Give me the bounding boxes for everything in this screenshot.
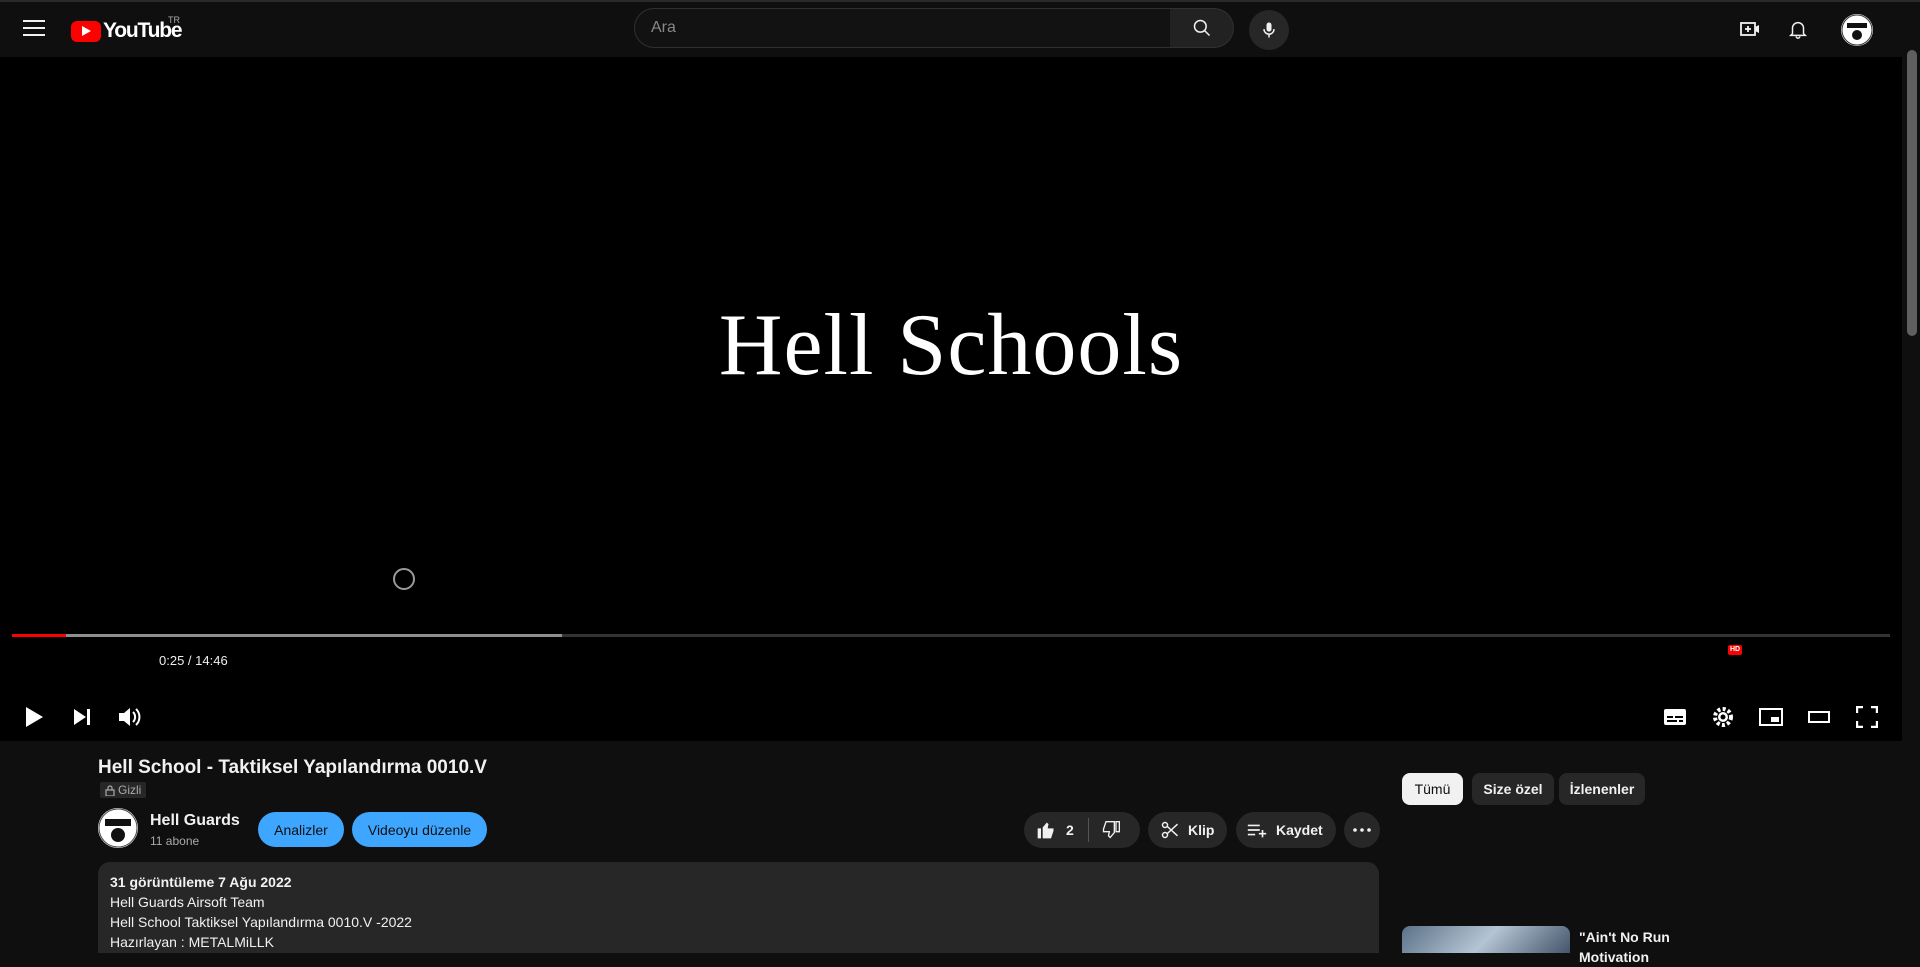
scissors-icon — [1161, 821, 1179, 839]
hamburger-icon[interactable] — [23, 20, 45, 38]
chip-for-you[interactable]: Size özel — [1472, 773, 1554, 805]
channel-avatar[interactable] — [98, 808, 138, 848]
description-line: Hazırlayan : METALMiLLK — [110, 934, 274, 950]
play-button[interactable] — [22, 705, 46, 729]
more-icon — [1353, 828, 1371, 832]
search-box — [634, 8, 1171, 48]
theater-mode-button[interactable] — [1806, 705, 1832, 729]
country-code: TR — [168, 15, 180, 25]
video-player[interactable]: Hell Schools — [0, 57, 1902, 741]
recommended-thumbnail[interactable] — [1402, 926, 1570, 953]
scrollbar-thumb[interactable] — [1907, 50, 1917, 336]
channel-name[interactable]: Hell Guards — [150, 812, 240, 830]
play-icon — [26, 707, 43, 727]
voice-search-button[interactable] — [1249, 10, 1289, 50]
subtitles-icon — [1664, 709, 1686, 725]
chip-watched[interactable]: İzlenenler — [1559, 773, 1645, 805]
like-count: 2 — [1066, 822, 1074, 838]
dislike-button[interactable] — [1089, 812, 1121, 848]
next-button[interactable] — [70, 705, 94, 729]
guards-logo-icon — [1841, 14, 1873, 46]
like-dislike-group: 2 — [1024, 812, 1140, 848]
like-icon — [1037, 822, 1054, 839]
search-button[interactable] — [1170, 8, 1234, 48]
youtube-logo[interactable]: YouTube TR — [71, 15, 183, 43]
settings-button[interactable] — [1710, 705, 1736, 729]
recommended-title[interactable]: "Ain't No Run Motivation — [1579, 927, 1699, 967]
volume-button[interactable] — [116, 705, 142, 729]
playlist-add-icon — [1247, 824, 1267, 838]
privacy-label: Gizli — [118, 783, 142, 797]
theater-icon — [1808, 711, 1830, 723]
description-meta: 31 görüntüleme 7 Ağu 2022 — [110, 874, 292, 890]
video-title-card: Hell Schools — [718, 297, 1184, 394]
description-line: Hell School Taktiksel Yapılandırma 0010.… — [110, 914, 412, 930]
dislike-icon — [1102, 821, 1120, 839]
progress-played — [12, 634, 67, 637]
channel-logo-icon — [98, 808, 138, 848]
lock-icon — [105, 784, 115, 796]
create-icon — [1740, 22, 1759, 36]
youtube-play-icon — [71, 20, 101, 42]
cursor-ring — [393, 568, 415, 590]
notifications-button[interactable] — [1785, 16, 1811, 42]
search-icon — [1193, 19, 1210, 37]
edit-video-button[interactable]: Videoyu düzenle — [352, 812, 487, 847]
subscriber-count: 11 abone — [150, 834, 200, 848]
account-avatar[interactable] — [1841, 14, 1873, 46]
clip-button[interactable]: Klip — [1148, 812, 1227, 848]
time-display: 0:25 / 14:46 — [159, 653, 228, 668]
search-input[interactable] — [635, 9, 1170, 47]
progress-loaded — [12, 634, 563, 637]
bell-icon — [1788, 21, 1808, 39]
chip-all[interactable]: Tümü — [1402, 773, 1463, 805]
video-title: Hell School - Taktiksel Yapılandırma 001… — [98, 757, 487, 778]
miniplayer-icon — [1759, 708, 1783, 726]
fullscreen-icon — [1856, 706, 1878, 728]
miniplayer-button[interactable] — [1758, 705, 1784, 729]
analytics-button[interactable]: Analizler — [258, 812, 344, 847]
clip-label: Klip — [1188, 822, 1215, 838]
privacy-badge: Gizli — [100, 782, 147, 798]
like-button[interactable]: 2 — [1024, 812, 1074, 848]
save-label: Kaydet — [1276, 822, 1323, 838]
mic-icon — [1263, 22, 1275, 38]
create-button[interactable] — [1737, 16, 1763, 42]
save-button[interactable]: Kaydet — [1236, 812, 1336, 848]
volume-icon — [119, 708, 141, 726]
hd-badge: HD — [1728, 645, 1743, 655]
description-line: Hell Guards Airsoft Team — [110, 894, 265, 910]
settings-icon — [1713, 707, 1733, 727]
more-actions-button[interactable] — [1344, 812, 1380, 848]
subtitles-button[interactable] — [1662, 705, 1688, 729]
description-box[interactable]: 31 görüntüleme 7 Ağu 2022 Hell Guards Ai… — [98, 862, 1379, 953]
fullscreen-button[interactable] — [1854, 705, 1880, 729]
progress-bar[interactable] — [12, 634, 1890, 637]
next-icon — [74, 709, 90, 725]
